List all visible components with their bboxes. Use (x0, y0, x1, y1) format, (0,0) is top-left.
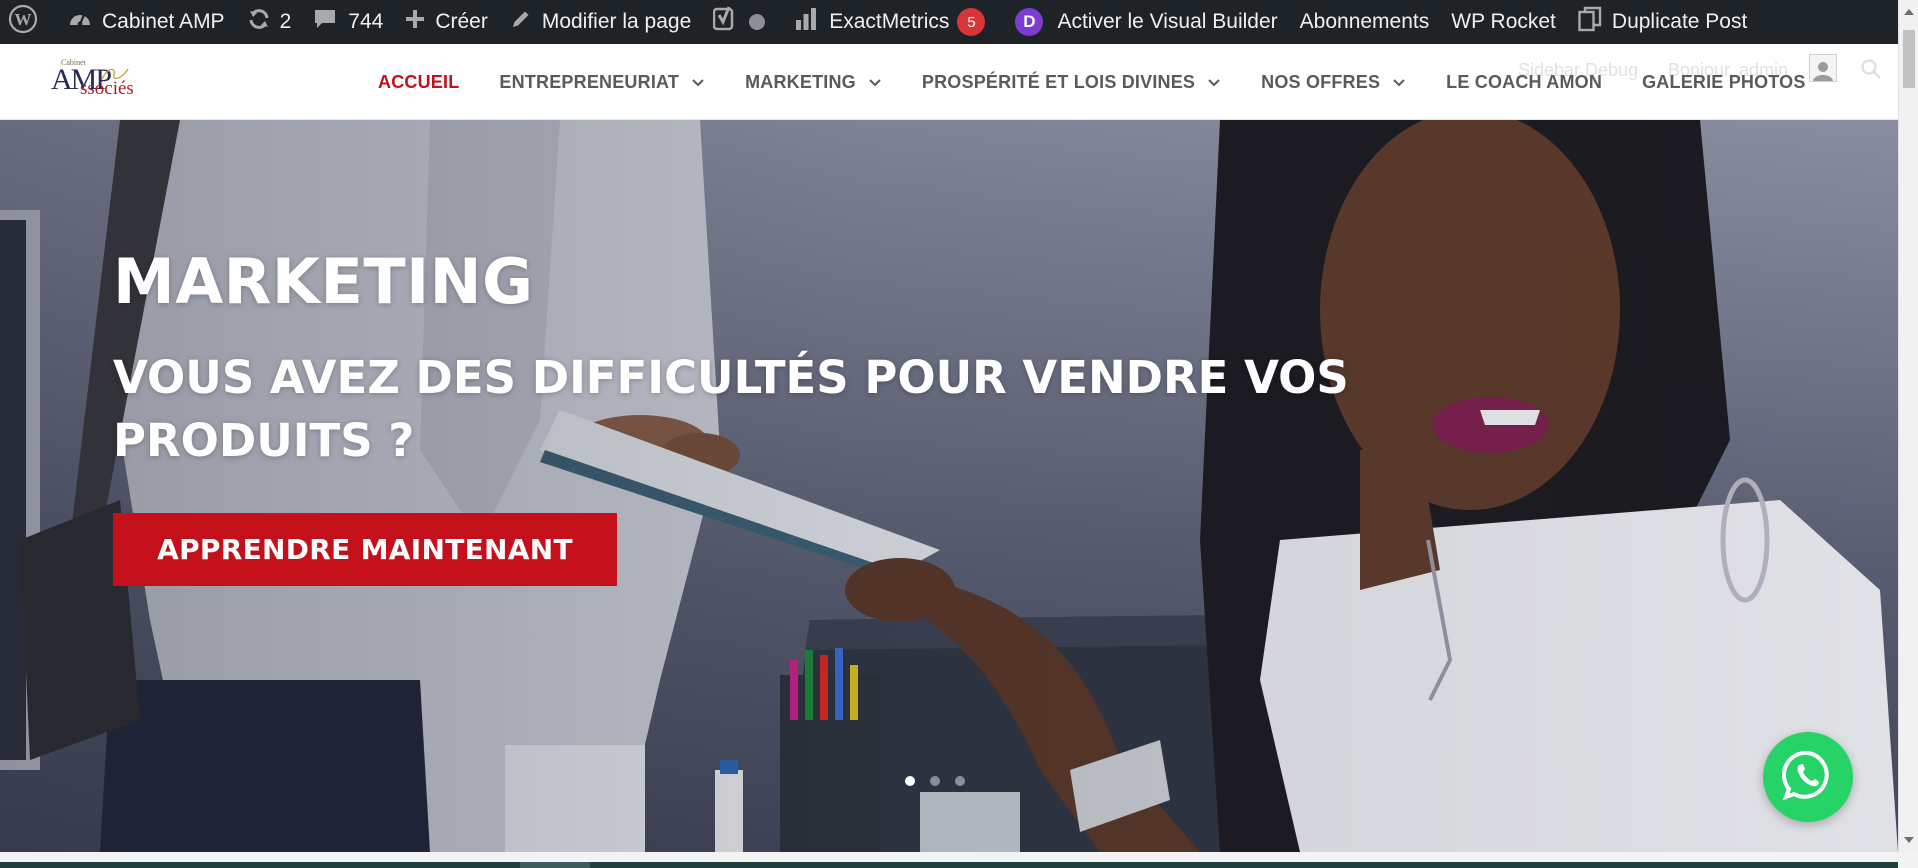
subscriptions-label: Abonnements (1299, 10, 1430, 33)
exactmetrics-menu[interactable]: ExactMetrics 5 (784, 0, 996, 44)
yoast-icon (713, 6, 737, 38)
exactmetrics-badge: 5 (957, 8, 986, 36)
site-header: Cabinet AMP ssociés Sidebar Debug Bonjou… (0, 44, 1898, 120)
hero-overlay (0, 120, 1898, 852)
updates-count: 2 (279, 10, 292, 33)
pencil-icon (510, 8, 532, 36)
site-logo[interactable]: Cabinet AMP ssociés (48, 58, 134, 104)
wordpress-icon: W (8, 4, 38, 40)
slider-dot-3[interactable] (955, 776, 965, 786)
scrollbar-thumb[interactable] (1903, 30, 1915, 88)
refresh-icon (247, 7, 271, 37)
search-icon[interactable] (1860, 58, 1882, 85)
new-content-menu[interactable]: Créer (394, 0, 499, 44)
plus-icon (405, 9, 425, 35)
hero-slider: MARKETING VOUS AVEZ DES DIFFICULTÉS POUR… (0, 120, 1898, 852)
nav-item-label: LE COACH AMON (1446, 71, 1603, 92)
updates-menu[interactable]: 2 (236, 0, 303, 44)
slider-dot-1[interactable] (905, 776, 915, 786)
chevron-down-icon (1393, 78, 1405, 86)
user-icon (1813, 62, 1833, 81)
avatar[interactable] (1809, 54, 1837, 82)
yoast-menu[interactable] (702, 0, 776, 44)
horizontal-scrollbar-thumb[interactable] (520, 862, 590, 868)
dashboard-icon (68, 8, 92, 36)
wordpress-menu[interactable]: W (0, 0, 49, 44)
comments-count: 744 (348, 10, 384, 33)
nav-item-galerie-photos[interactable]: GALERIE PHOTOS (1642, 72, 1806, 93)
nav-item-accueil[interactable]: ACCUEIL (378, 72, 459, 93)
nav-item-label: ENTREPRENEURIAT (499, 71, 680, 92)
slider-pagination (905, 776, 965, 786)
nav-item-label: NOS OFFRES (1261, 71, 1381, 92)
divi-icon: D (1015, 8, 1044, 36)
nav-item-entrepreneuriat[interactable]: ENTREPRENEURIAT (499, 72, 705, 93)
vertical-scrollbar[interactable] (1898, 0, 1918, 852)
chevron-down-icon (1208, 78, 1220, 86)
hero-title: MARKETING (113, 245, 534, 318)
nav-item-le-coach-amon[interactable]: LE COACH AMON (1446, 72, 1602, 93)
wp-rocket-menu[interactable]: WP Rocket (1440, 0, 1567, 44)
bar-chart-icon (795, 7, 817, 37)
slider-dot-2[interactable] (930, 776, 940, 786)
seo-score-dot (749, 14, 766, 30)
edit-page-label: Modifier la page (541, 10, 692, 33)
nav-item-marketing[interactable]: MARKETING (745, 72, 882, 93)
subscriptions-menu[interactable]: Abonnements (1289, 0, 1441, 44)
whatsapp-icon (1781, 749, 1834, 806)
nav-item-prosperite[interactable]: PROSPÉRITÉ ET LOIS DIVINES (922, 72, 1221, 93)
duplicate-post-label: Duplicate Post (1611, 10, 1748, 33)
learn-now-button[interactable]: APPRENDRE MAINTENANT (113, 513, 617, 586)
wp-admin-bar: W Cabinet AMP 2 744 Créer Modifier la pa… (0, 0, 1898, 44)
hero-content: MARKETING VOUS AVEZ DES DIFFICULTÉS POUR… (113, 248, 1413, 472)
copy-icon (1578, 6, 1602, 38)
visual-builder-label: Activer le Visual Builder (1057, 10, 1278, 33)
exactmetrics-label: ExactMetrics (829, 10, 950, 33)
hero-subtitle: VOUS AVEZ DES DIFFICULTÉS POUR VENDRE VO… (113, 351, 1349, 467)
chevron-down-icon (692, 78, 704, 86)
scroll-down-icon[interactable] (1904, 837, 1914, 843)
nav-item-label: PROSPÉRITÉ ET LOIS DIVINES (921, 71, 1196, 92)
nav-item-label: ACCUEIL (378, 71, 460, 92)
nav-item-label: GALERIE PHOTOS (1642, 71, 1806, 92)
page-bottom-strip (0, 852, 1918, 868)
visual-builder-menu[interactable]: D Activer le Visual Builder (1004, 0, 1288, 44)
scroll-up-icon[interactable] (1904, 9, 1914, 15)
horizontal-scrollbar[interactable] (0, 862, 1898, 868)
nav-item-label: MARKETING (745, 71, 856, 92)
edit-page-menu[interactable]: Modifier la page (499, 0, 702, 44)
logo-swirl-icon (101, 68, 129, 80)
new-content-label: Créer (435, 10, 488, 33)
nav-item-nos-offres[interactable]: NOS OFFRES (1261, 72, 1406, 93)
site-name: Cabinet AMP (102, 10, 225, 33)
wp-rocket-label: WP Rocket (1451, 10, 1556, 33)
svg-text:W: W (15, 10, 32, 29)
chevron-down-icon (869, 78, 881, 86)
site-name-menu[interactable]: Cabinet AMP (57, 0, 236, 44)
whatsapp-button[interactable] (1763, 732, 1853, 822)
comments-menu[interactable]: 744 (302, 0, 394, 44)
main-nav: ACCUEIL ENTREPRENEURIAT MARKETING PROSPÉ… (378, 44, 1806, 120)
comment-icon (313, 8, 337, 36)
duplicate-post-menu[interactable]: Duplicate Post (1567, 0, 1758, 44)
